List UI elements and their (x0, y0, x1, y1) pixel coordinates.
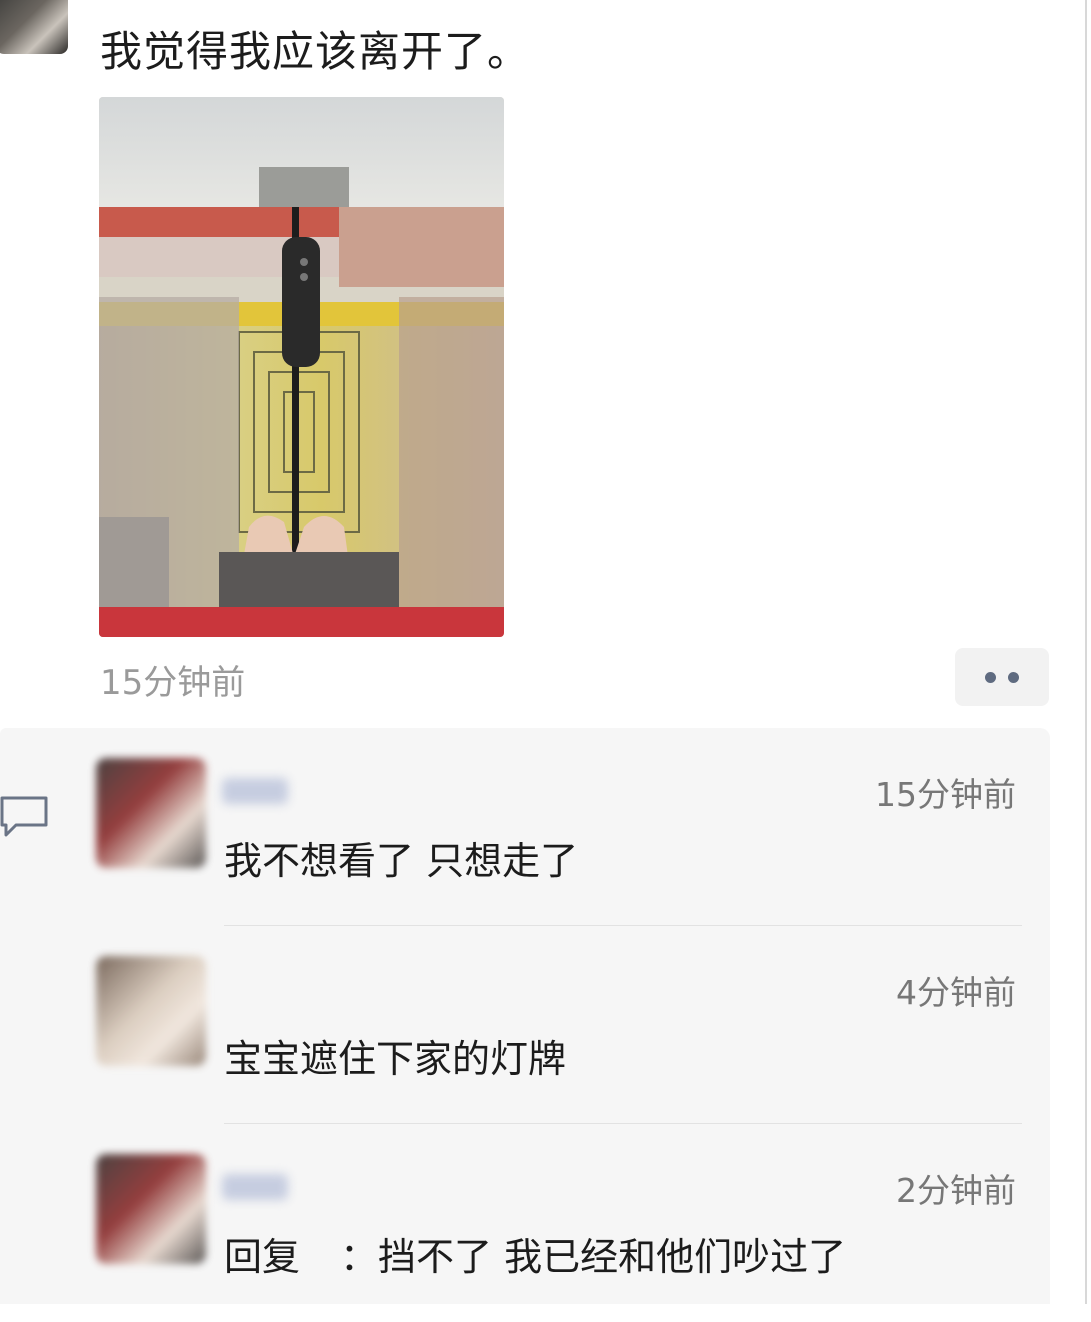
commenter-avatar[interactable] (96, 758, 206, 868)
post-text: 我觉得我应该离开了。 (100, 27, 531, 76)
comment-text: ：挡不了 我已经和他们吵过了 (340, 1235, 847, 1279)
commenter-name-blurred (222, 1174, 288, 1200)
more-actions-button[interactable] (955, 648, 1049, 706)
more-dots-icon (985, 671, 996, 683)
post-photo[interactable] (99, 97, 504, 637)
commenter-avatar[interactable] (96, 1154, 206, 1264)
reply-prefix: 回复 (224, 1235, 301, 1279)
more-dots-icon (1008, 671, 1019, 683)
comment-item[interactable]: 4分钟前 宝宝遮住下家的灯牌 (0, 926, 1050, 1124)
comment-time: 15分钟前 (875, 775, 1016, 814)
comment-item[interactable]: 15分钟前 我不想看了 只想走了 (0, 728, 1050, 926)
comment-time: 4分钟前 (896, 973, 1016, 1012)
comment-time: 2分钟前 (896, 1171, 1016, 1210)
commenter-avatar[interactable] (96, 956, 206, 1066)
comment-text: 我不想看了 只想走了 (224, 839, 579, 883)
reply-target-name-blurred (300, 1246, 340, 1274)
comment-bubble-icon (0, 796, 48, 837)
reply-comment: 回复 ：挡不了 我已经和他们吵过了 (224, 1226, 846, 1281)
comment-text: 宝宝遮住下家的灯牌 (224, 1037, 567, 1081)
post-time: 15分钟前 (100, 663, 246, 703)
stadium-photo-illustration (99, 97, 504, 637)
moments-post: 我觉得我应该离开了。 15分钟前 15分钟前 我不想看了 只想走了 4分钟前 宝… (0, 0, 1087, 1304)
comment-item[interactable]: 2分钟前 回复 ：挡不了 我已经和他们吵过了 (0, 1124, 1050, 1322)
commenter-name-blurred (222, 778, 288, 804)
comments-section: 15分钟前 我不想看了 只想走了 4分钟前 宝宝遮住下家的灯牌 2分钟前 回复 ：… (0, 728, 1050, 1304)
poster-avatar[interactable] (0, 0, 68, 54)
